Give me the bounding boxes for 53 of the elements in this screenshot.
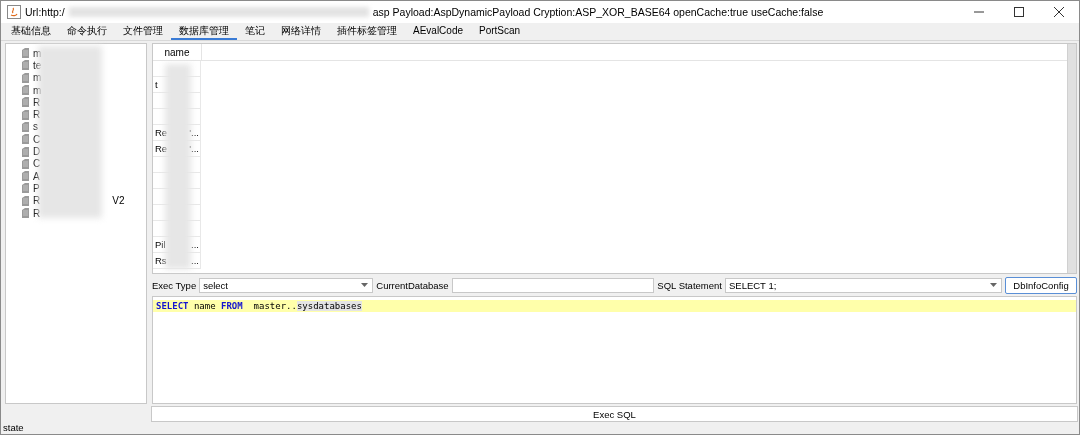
cell-text: t [155,79,158,90]
exec-type-dropdown[interactable]: select [199,277,374,293]
tab[interactable]: 数据库管理 [171,23,237,40]
tree-item[interactable]: C [33,133,41,145]
status-text: state [2,422,25,434]
tab[interactable]: 文件管理 [115,23,171,40]
tree-item[interactable]: m [33,72,42,84]
sql-statement-dropdown[interactable]: SELECT 1; [724,277,1002,293]
current-database-field[interactable] [451,277,655,293]
app-icon [7,5,21,19]
tree-item[interactable]: C [33,158,41,170]
cell-text: Pil [155,239,166,250]
tree-item[interactable]: R [33,207,41,219]
window-title: asp Payload:AspDynamicPayload Cryption:ASP_XOR_BASE64 openCache:true useCache:false [372,6,824,18]
tree-item[interactable]: V2 [112,195,125,207]
tree-item[interactable]: te [33,59,42,71]
dropdown-caret-icon [990,283,997,287]
tree-item[interactable]: D [33,146,41,157]
cell-text: ... [191,255,199,266]
tree-item[interactable]: m [33,84,42,96]
maximize-icon[interactable] [1014,7,1024,17]
tree-item[interactable]: R [33,109,41,121]
tree-item[interactable]: R [33,195,41,207]
cell-text: '... [189,127,199,138]
tree-item[interactable]: R [33,96,41,108]
tab[interactable]: 插件标签管理 [329,23,405,40]
table-icon [22,208,29,218]
cell-text: Re [155,143,168,154]
dropdown-caret-icon [361,283,369,287]
tab[interactable]: PortScan [471,23,529,40]
close-icon[interactable] [1054,7,1064,17]
tree-item[interactable]: s [33,121,38,133]
tree-item[interactable]: A [33,170,40,182]
tree-item[interactable]: P [33,182,40,194]
column-header[interactable]: name [153,44,202,60]
db-info-config-button[interactable]: DbInfoConfig [1005,276,1077,294]
cell-text: ... [191,239,199,250]
exec-type-label: Exec Type [152,279,197,291]
scrollbar[interactable] [1067,44,1076,273]
exec-sql-button[interactable]: Exec SQL [151,406,1078,422]
tab[interactable]: 命令执行 [59,23,115,40]
cell-text: '... [189,143,199,154]
current-database-label: CurrentDatabase [376,279,449,291]
sql-statement-label: SQL Statement [657,279,722,291]
sql-editor[interactable]: SELECT name FROM master..sysdatabases [152,296,1077,404]
cell-text: Re [155,127,168,138]
tab[interactable]: 笔记 [237,23,273,40]
tab[interactable]: 网络详情 [273,23,329,40]
window-title: Url:http:/ [25,6,65,18]
tree-item[interactable]: m [33,47,42,59]
tab[interactable]: 基础信息 [3,23,59,40]
tab[interactable]: AEvalCode [405,23,472,40]
cell-text: Rs [155,255,167,266]
